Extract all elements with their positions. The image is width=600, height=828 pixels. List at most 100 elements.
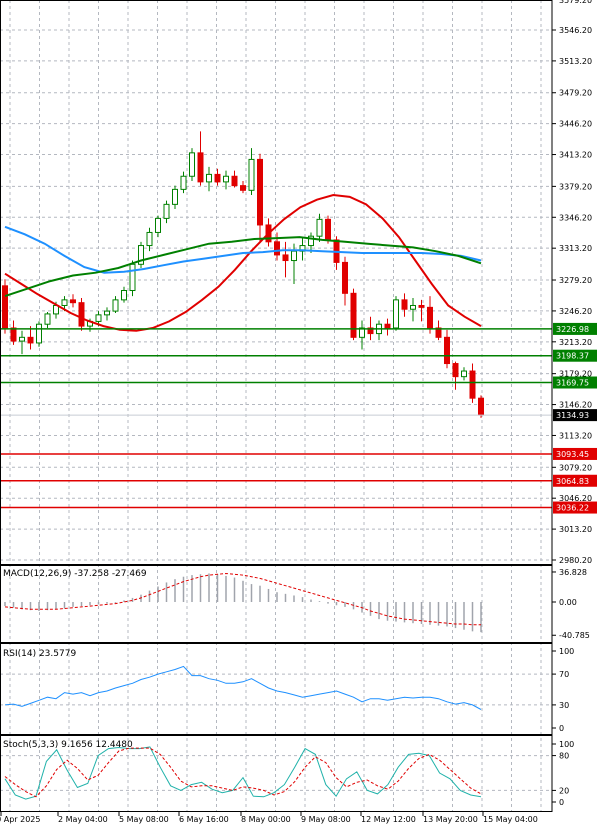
y-tick-label: 70 bbox=[559, 670, 569, 679]
x-tick-label: 13 May 20:00 bbox=[423, 815, 478, 824]
candle-body bbox=[231, 175, 238, 187]
macd-title: MACD(12,26,9) -37.258 -27.469 bbox=[3, 569, 147, 579]
candle-body bbox=[121, 290, 127, 301]
candle-body bbox=[104, 310, 110, 316]
y-tick-label: 3013.20 bbox=[559, 525, 592, 534]
candle-body bbox=[223, 175, 229, 183]
y-tick-label-top: 3579.20 bbox=[559, 0, 592, 5]
y-tick-label: 3346.20 bbox=[559, 213, 592, 222]
y-tick-label: 0 bbox=[559, 798, 564, 807]
y-tick-label: 3113.20 bbox=[559, 431, 592, 440]
y-tick-label: 100 bbox=[559, 647, 574, 656]
y-tick-label: 0 bbox=[559, 724, 564, 733]
rsi-line bbox=[4, 665, 482, 710]
rsi-title: RSI(14) 23.5779 bbox=[3, 649, 76, 659]
panel-frame bbox=[0, 643, 553, 735]
y-tick-label: 3446.20 bbox=[559, 120, 592, 129]
candle-body bbox=[112, 299, 119, 312]
candle-body bbox=[172, 188, 178, 205]
candle-body bbox=[452, 363, 459, 378]
level-label: 3198.37 bbox=[556, 352, 589, 361]
candle-body bbox=[10, 327, 17, 342]
candle-body bbox=[444, 336, 450, 365]
candle-body bbox=[478, 397, 484, 416]
candle-body bbox=[189, 152, 195, 177]
y-tick-label: 3479.20 bbox=[559, 89, 592, 98]
candle-body bbox=[2, 285, 8, 329]
candle-body bbox=[78, 302, 85, 327]
candle-body bbox=[325, 218, 331, 241]
axes: 3546.20 3513.20 3479.20 3446.20 3413.20 3379.… bbox=[0, 0, 592, 812]
candle-body bbox=[274, 241, 280, 256]
candle-body bbox=[257, 158, 263, 226]
stoch-k-line bbox=[4, 746, 482, 800]
y-tick-label: 100 bbox=[559, 740, 574, 749]
candle-body bbox=[61, 299, 68, 306]
x-tick-label: 6 May 16:00 bbox=[179, 815, 229, 824]
x-axis: 30 Apr 2025 2 May 04:00 5 May 08:00 6 May 1… bbox=[0, 812, 538, 824]
candle-body bbox=[384, 323, 391, 329]
level-label: 3064.83 bbox=[556, 477, 589, 486]
candle-body bbox=[393, 299, 399, 329]
y-tick-label: 3079.20 bbox=[559, 463, 592, 472]
candle-body bbox=[155, 217, 161, 233]
candle-body bbox=[248, 158, 255, 191]
current-price-label: 3134.93 bbox=[556, 411, 589, 420]
y-tick-label: 3279.20 bbox=[559, 276, 592, 285]
x-tick-label: 15 May 04:00 bbox=[483, 815, 538, 824]
x-tick-label: 2 May 04:00 bbox=[58, 815, 108, 824]
x-tick-label: 12 May 12:00 bbox=[361, 815, 416, 824]
candle-body bbox=[240, 185, 246, 191]
x-tick-label: 9 May 08:00 bbox=[301, 815, 351, 824]
candle-body bbox=[129, 263, 136, 292]
level-label: 3226.98 bbox=[556, 325, 589, 334]
candle-body bbox=[282, 254, 289, 262]
y-tick-label: 0.00 bbox=[559, 598, 577, 607]
candle-body bbox=[350, 292, 357, 338]
candle-body bbox=[19, 336, 25, 342]
candle-body bbox=[44, 313, 51, 325]
candle-body bbox=[291, 250, 297, 262]
candle-body bbox=[214, 173, 221, 183]
x-tick-label: 8 May 00:00 bbox=[241, 815, 291, 824]
candle-body bbox=[401, 299, 408, 310]
candle-body bbox=[206, 173, 212, 183]
price-panel[interactable]: 3226.98 3198.37 3169.75 3134.93 3093.45 3064.… bbox=[0, 131, 597, 514]
candle-body bbox=[70, 299, 76, 304]
level-label: 3036.22 bbox=[556, 504, 589, 513]
macd-panel[interactable]: MACD(12,26,9) -37.258 -27.469 bbox=[3, 569, 482, 633]
candle-body bbox=[197, 152, 204, 183]
y-tick-label: 3313.20 bbox=[559, 244, 592, 253]
level-label: 3093.45 bbox=[556, 450, 589, 459]
x-tick-label: 30 Apr 2025 bbox=[0, 815, 40, 824]
candle-body bbox=[27, 336, 34, 344]
y-tick-label: 20 bbox=[559, 786, 569, 795]
trading-chart[interactable]: 3226.98 3198.37 3169.75 3134.93 3093.45 3064.… bbox=[0, 0, 600, 828]
y-tick-label: 3146.20 bbox=[559, 401, 592, 410]
candle-body bbox=[418, 304, 425, 308]
y-tick-label: 3179.20 bbox=[559, 370, 592, 379]
candle-body bbox=[469, 370, 476, 399]
candle-body bbox=[461, 370, 467, 378]
moving-average-line bbox=[4, 236, 482, 298]
candle-body bbox=[163, 203, 170, 219]
panel-frame bbox=[0, 0, 553, 565]
candle-body bbox=[342, 261, 348, 294]
y-tick-label: 80 bbox=[559, 752, 569, 761]
level-label: 3169.75 bbox=[556, 379, 589, 388]
y-tick-label: 3546.20 bbox=[559, 26, 592, 35]
candle-body bbox=[316, 218, 323, 237]
y-tick-label: 3413.20 bbox=[559, 151, 592, 160]
candle-body bbox=[95, 314, 102, 322]
y-tick-label: 2980.20 bbox=[559, 556, 592, 565]
candle-body bbox=[180, 175, 187, 190]
candle-body bbox=[146, 231, 153, 247]
moving-average-line bbox=[4, 225, 482, 274]
y-tick-label: 3513.20 bbox=[559, 57, 592, 66]
y-tick-label: 36.828 bbox=[559, 568, 587, 577]
y-tick-label: 3379.20 bbox=[559, 182, 592, 191]
y-tick-label: 3046.20 bbox=[559, 494, 592, 503]
y-tick-label: 30 bbox=[559, 701, 569, 710]
candle-body bbox=[427, 306, 433, 329]
y-tick-label: -40.785 bbox=[559, 631, 590, 640]
